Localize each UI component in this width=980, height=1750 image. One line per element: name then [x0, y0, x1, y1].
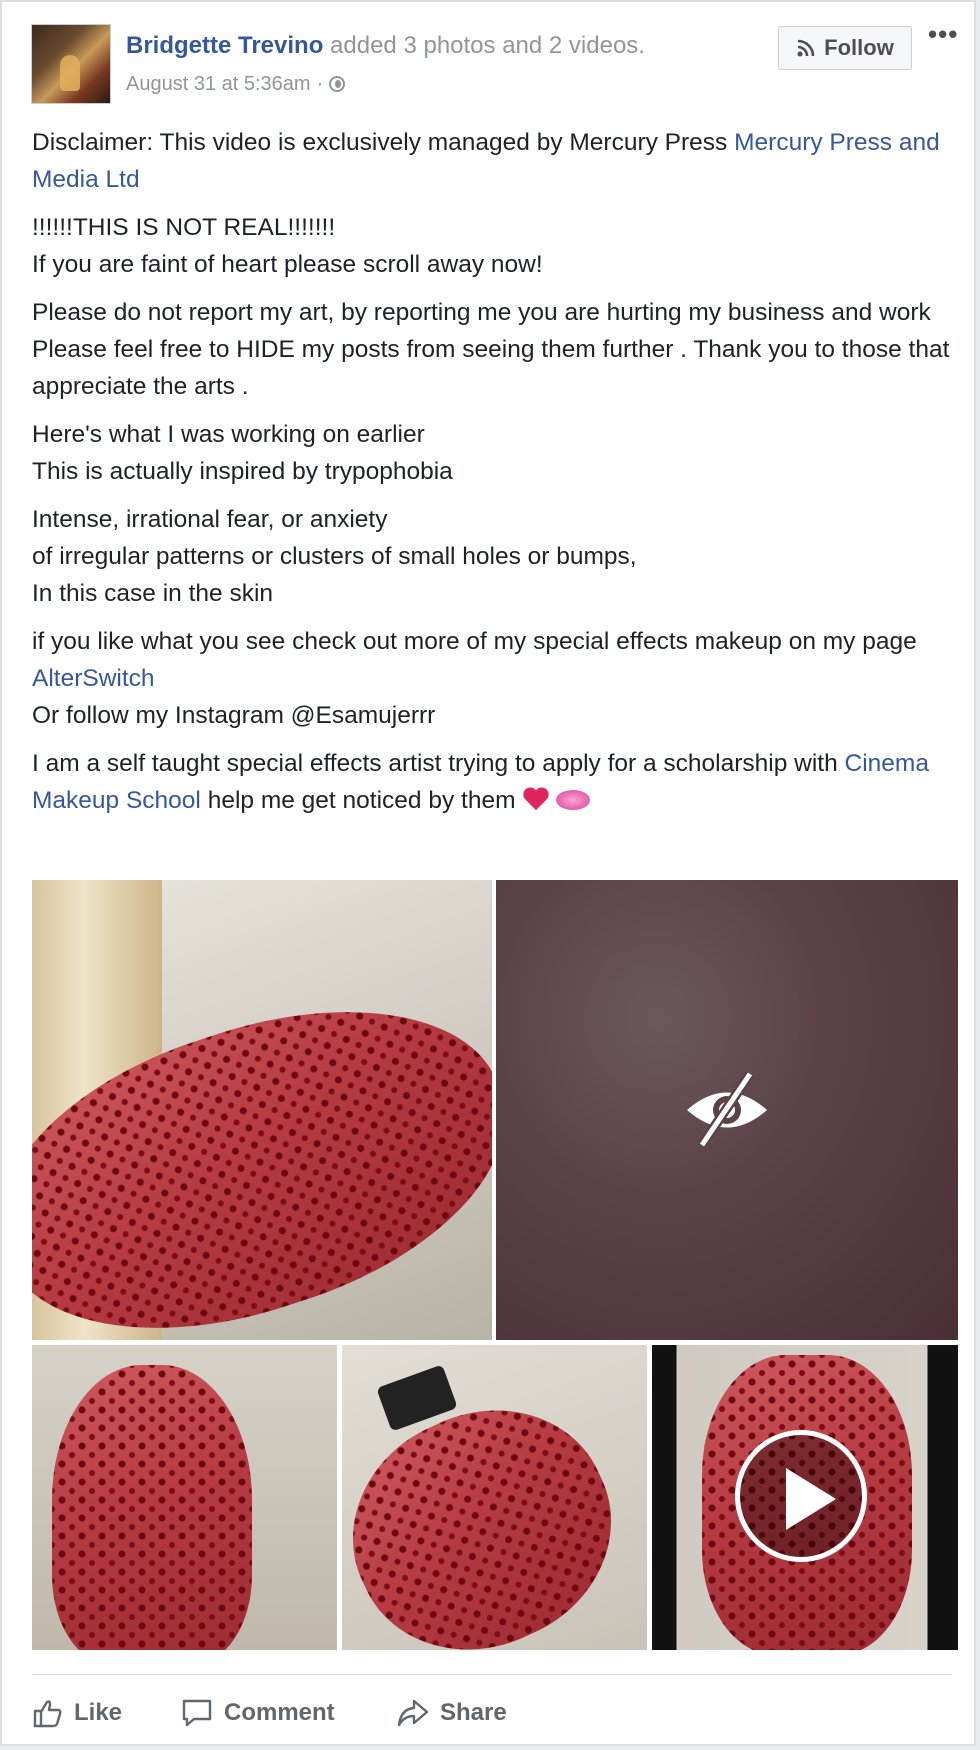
promo-paragraph: if you like what you see check out more … [32, 623, 952, 734]
disclaimer-text: Disclaimer: This video is exclusively ma… [32, 129, 735, 156]
media-photo-1[interactable] [32, 880, 492, 1340]
warning-line-1: !!!!!!THIS IS NOT REAL!!!!!!! [32, 214, 336, 241]
like-label: Like [74, 1699, 123, 1726]
warning-line-2: If you are faint of heart please scroll … [32, 251, 543, 278]
definition-line-2: of irregular patterns or clusters of sma… [32, 543, 637, 570]
warning-paragraph: !!!!!!THIS IS NOT REAL!!!!!!! If you are… [32, 209, 952, 283]
instagram-line: Or follow my Instagram @Esamujerrr [32, 702, 436, 729]
disclaimer-paragraph: Disclaimer: This video is exclusively ma… [32, 124, 952, 198]
media-video-1[interactable] [652, 1345, 958, 1650]
follow-button[interactable]: Follow [778, 26, 912, 70]
media-video-hidden[interactable] [496, 880, 958, 1340]
scholarship-tail: help me get noticed by them [200, 787, 516, 814]
comment-button[interactable]: Comment [180, 1688, 396, 1738]
post-action-text: added 3 photos and 2 videos. [323, 32, 645, 59]
working-paragraph: Here's what I was working on earlier Thi… [32, 416, 952, 490]
report-paragraph: Please do not report my art, by reportin… [32, 294, 952, 405]
post-meta: August 31 at 5:36am · [126, 70, 346, 98]
alterswitch-link[interactable]: AlterSwitch [32, 665, 155, 692]
post-timestamp[interactable]: August 31 at 5:36am [126, 70, 311, 98]
working-line-1: Here's what I was working on earlier [32, 421, 425, 448]
definition-line-1: Intense, irrational fear, or anxiety [32, 506, 388, 533]
definition-paragraph: Intense, irrational fear, or anxiety of … [32, 501, 952, 612]
share-label: Share [440, 1699, 507, 1726]
globe-icon[interactable] [329, 76, 346, 92]
report-line-2: Please feel free to HIDE my posts from s… [32, 336, 950, 400]
eye-slash-icon [687, 1071, 767, 1148]
post-actions-bar: Like Comment Share [32, 1688, 536, 1738]
comment-label: Comment [224, 1699, 335, 1726]
post-header: Bridgette Trevino added 3 photos and 2 v… [126, 30, 645, 62]
comment-bubble-icon [182, 1699, 212, 1727]
more-options-button[interactable]: ••• [928, 21, 958, 47]
post-card: Bridgette Trevino added 3 photos and 2 v… [0, 0, 976, 1746]
working-line-2: This is actually inspired by trypophobia [32, 458, 453, 485]
definition-line-3: In this case in the skin [32, 580, 274, 607]
post-body: Disclaimer: This video is exclusively ma… [32, 124, 952, 830]
meta-separator: · [316, 73, 324, 95]
play-icon[interactable] [735, 1430, 867, 1562]
hand-image [52, 1365, 252, 1650]
thumbs-up-icon [33, 1700, 62, 1728]
media-photo-2[interactable] [32, 1345, 337, 1650]
media-photo-3[interactable] [342, 1345, 647, 1650]
follow-label: Follow [824, 35, 894, 60]
promo-text: if you like what you see check out more … [32, 628, 917, 655]
kiss-emoji-icon [555, 790, 590, 810]
heart-emoji-icon [522, 788, 550, 812]
author-avatar[interactable] [31, 24, 111, 104]
share-button[interactable]: Share [396, 1688, 536, 1738]
author-name-link[interactable]: Bridgette Trevino [126, 32, 323, 59]
scholarship-paragraph: I am a self taught special effects artis… [32, 745, 952, 819]
actions-divider [32, 1674, 952, 1675]
scholarship-text: I am a self taught special effects artis… [32, 750, 845, 777]
report-line-1: Please do not report my art, by reportin… [32, 299, 931, 326]
rss-icon [797, 39, 815, 57]
like-button[interactable]: Like [32, 1688, 180, 1738]
share-arrow-icon [397, 1699, 429, 1727]
